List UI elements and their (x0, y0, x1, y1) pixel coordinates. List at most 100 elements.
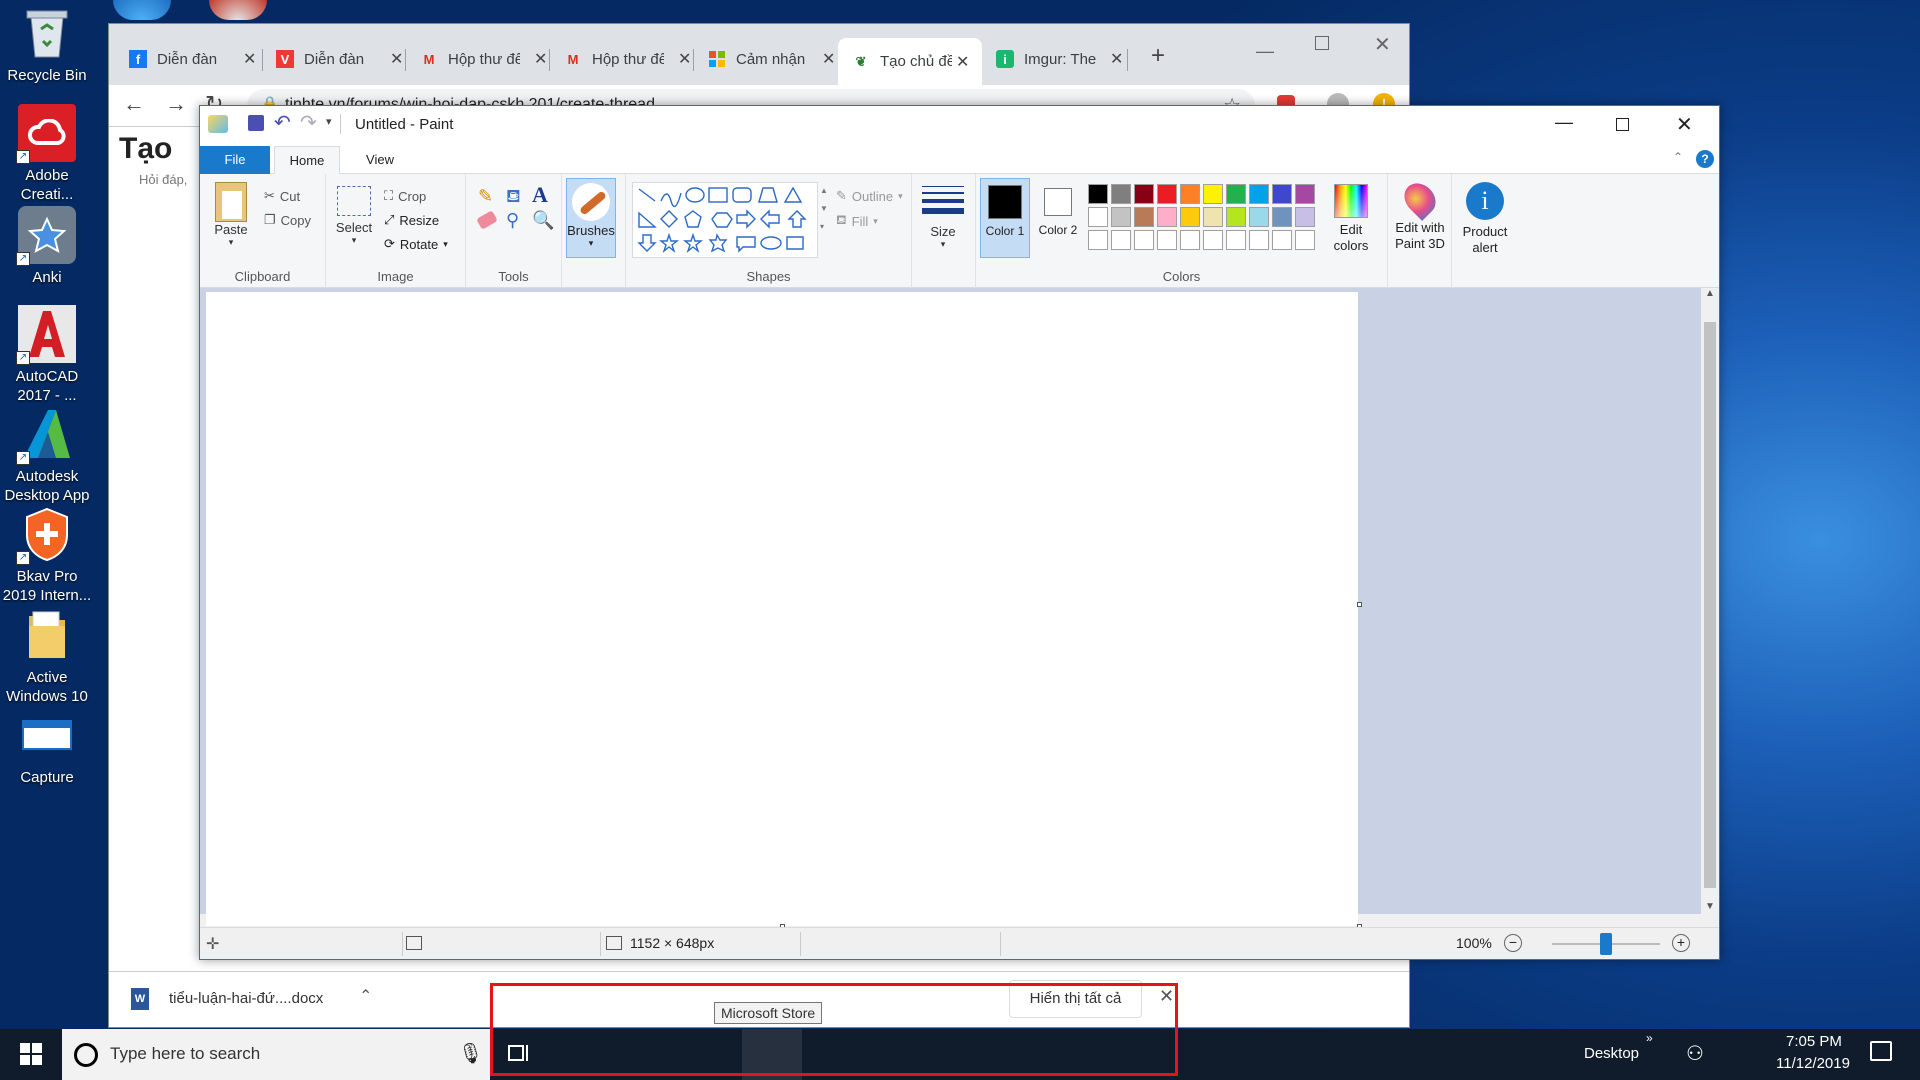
palette-color-swatch[interactable] (1249, 184, 1269, 204)
desktop-icon-recycle-bin[interactable]: Recycle Bin (0, 4, 94, 85)
desktop-icon-bkav[interactable]: ↗ Bkav Pro 2019 Intern... (0, 505, 94, 605)
palette-color-swatch[interactable] (1111, 184, 1131, 204)
brushes-button[interactable]: Brushes ▾ (566, 178, 616, 258)
desktop-icon-autodesk[interactable]: ↗ Autodesk Desktop App (0, 405, 94, 505)
help-icon[interactable]: ? (1696, 150, 1714, 168)
tab-file[interactable]: File (200, 146, 270, 174)
tab-home[interactable]: Home (274, 146, 340, 175)
palette-custom-swatch[interactable] (1249, 230, 1269, 250)
palette-color-swatch[interactable] (1203, 207, 1223, 227)
fill-dropdown[interactable]: ⛾ Fill ▾ (836, 212, 878, 230)
shapes-scroll[interactable]: ▲ ▼ ▾ (820, 182, 828, 236)
zoom-in-icon[interactable]: + (1672, 934, 1690, 952)
tab-close-icon[interactable]: ✕ (956, 52, 972, 72)
download-filename[interactable]: tiểu-luận-hai-đứ....docx (169, 990, 323, 1007)
palette-custom-swatch[interactable] (1111, 230, 1131, 250)
scroll-down-icon[interactable]: ▼ (1701, 901, 1719, 912)
resize-handle-right[interactable] (1357, 602, 1362, 607)
desktop-icon-anki[interactable]: ↗ Anki (0, 206, 94, 287)
desktop-toolbar-label[interactable]: Desktop (1584, 1045, 1639, 1062)
taskbar-search[interactable]: Type here to search 🎙 (62, 1029, 490, 1080)
text-tool-icon[interactable]: A (532, 182, 548, 208)
color2-button[interactable]: Color 2 (1034, 178, 1082, 258)
browser-tab[interactable]: i Imgur: The ✕ (982, 41, 1123, 77)
palette-color-swatch[interactable] (1249, 207, 1269, 227)
fill-bucket-icon[interactable]: ⛾ (506, 186, 521, 210)
desktop-icon-folder[interactable]: Active Windows 10 (0, 606, 94, 706)
palette-custom-swatch[interactable] (1157, 230, 1177, 250)
close-icon[interactable]: ✕ (1676, 112, 1693, 137)
palette-color-swatch[interactable] (1111, 207, 1131, 227)
browser-tab[interactable]: V Diễn đàn ✕ (262, 41, 403, 77)
select-button[interactable]: Select ▾ (334, 186, 374, 246)
tab-view[interactable]: View (350, 146, 410, 174)
palette-color-swatch[interactable] (1180, 184, 1200, 204)
palette-color-swatch[interactable] (1272, 207, 1292, 227)
clock-date[interactable]: 11/12/2019 (1776, 1055, 1850, 1072)
browser-tab-active[interactable]: ❦ Tạo chủ đề ✕ (838, 38, 982, 85)
scrollbar-thumb[interactable] (1704, 322, 1716, 888)
palette-color-swatch[interactable] (1134, 184, 1154, 204)
zoom-slider-thumb[interactable] (1600, 933, 1612, 955)
color1-button[interactable]: Color 1 (980, 178, 1030, 258)
palette-custom-swatch[interactable] (1226, 230, 1246, 250)
collapse-ribbon-icon[interactable]: ⌃ (1673, 150, 1683, 164)
pencil-icon[interactable]: ✎ (478, 186, 493, 207)
product-alert-button[interactable]: i Product alert (1454, 182, 1516, 256)
drawing-canvas[interactable] (206, 292, 1358, 926)
action-center-icon[interactable] (1870, 1041, 1892, 1061)
desktop-icon-capture[interactable]: Capture (0, 706, 94, 787)
palette-custom-swatch[interactable] (1088, 230, 1108, 250)
paste-button[interactable]: Paste ▾ (208, 182, 254, 248)
shapes-gallery[interactable] (632, 182, 818, 258)
scroll-up-icon[interactable]: ▲ (1701, 288, 1719, 299)
new-tab-icon[interactable]: + (1151, 42, 1165, 70)
palette-custom-swatch[interactable] (1203, 230, 1223, 250)
clock-time[interactable]: 7:05 PM (1786, 1033, 1842, 1050)
back-icon[interactable]: ← (123, 91, 145, 117)
close-icon[interactable]: ✕ (1374, 32, 1391, 57)
palette-color-swatch[interactable] (1295, 207, 1315, 227)
palette-color-swatch[interactable] (1134, 207, 1154, 227)
magnifier-icon[interactable]: 🔍 (532, 210, 554, 231)
palette-color-swatch[interactable] (1088, 184, 1108, 204)
chevron-up-icon[interactable]: ⌃ (359, 986, 372, 1006)
customize-qat-icon[interactable]: ▾ (326, 115, 332, 128)
chevron-double-icon[interactable]: » (1646, 1031, 1653, 1045)
undo-icon[interactable]: ↶ (274, 110, 291, 135)
people-icon[interactable]: ⚇ (1686, 1041, 1704, 1066)
outline-dropdown[interactable]: ✎ Outline ▾ (836, 188, 903, 204)
edit-colors-button[interactable]: Edit colors (1320, 178, 1382, 258)
zoom-out-icon[interactable]: − (1504, 934, 1522, 952)
browser-tab[interactable]: Cảm nhận ✕ (694, 41, 835, 77)
cut-button[interactable]: ✂ Cut (264, 188, 300, 204)
color-picker-icon[interactable]: ⚲ (506, 210, 519, 231)
copy-button[interactable]: ❐ Copy (264, 212, 311, 228)
start-button[interactable] (0, 1029, 62, 1080)
browser-tab[interactable]: M Hộp thư đến ✕ (406, 41, 548, 77)
palette-custom-swatch[interactable] (1134, 230, 1154, 250)
palette-custom-swatch[interactable] (1272, 230, 1292, 250)
palette-color-swatch[interactable] (1157, 207, 1177, 227)
palette-color-swatch[interactable] (1088, 207, 1108, 227)
browser-tab[interactable]: M Hộp thư đến ✕ (550, 41, 692, 77)
microphone-icon[interactable]: 🎙 (458, 1041, 483, 1066)
palette-color-swatch[interactable] (1157, 184, 1177, 204)
minimize-icon[interactable]: — (1256, 41, 1274, 62)
size-button[interactable]: Size ▾ (920, 184, 966, 250)
rotate-button[interactable]: ⟳ Rotate ▾ (384, 236, 448, 252)
maximize-icon[interactable] (1315, 36, 1329, 50)
resize-button[interactable]: ⤢ Resize (384, 212, 439, 228)
desktop-icon-adobe-creative-cloud[interactable]: ↗ Adobe Creati... (0, 104, 94, 204)
palette-color-swatch[interactable] (1226, 207, 1246, 227)
desktop-icon-autocad[interactable]: ↗ AutoCAD 2017 - ... (0, 305, 94, 405)
paint-app-icon[interactable] (208, 115, 228, 133)
palette-color-swatch[interactable] (1203, 184, 1223, 204)
palette-color-swatch[interactable] (1180, 207, 1200, 227)
forward-icon[interactable]: → (165, 91, 187, 117)
vertical-scrollbar[interactable]: ▲ ▼ (1701, 288, 1719, 914)
eraser-icon[interactable] (476, 210, 498, 230)
maximize-icon[interactable] (1616, 118, 1629, 131)
edit-with-paint3d-button[interactable]: Edit with Paint 3D (1390, 177, 1450, 252)
minimize-icon[interactable]: — (1555, 112, 1573, 133)
